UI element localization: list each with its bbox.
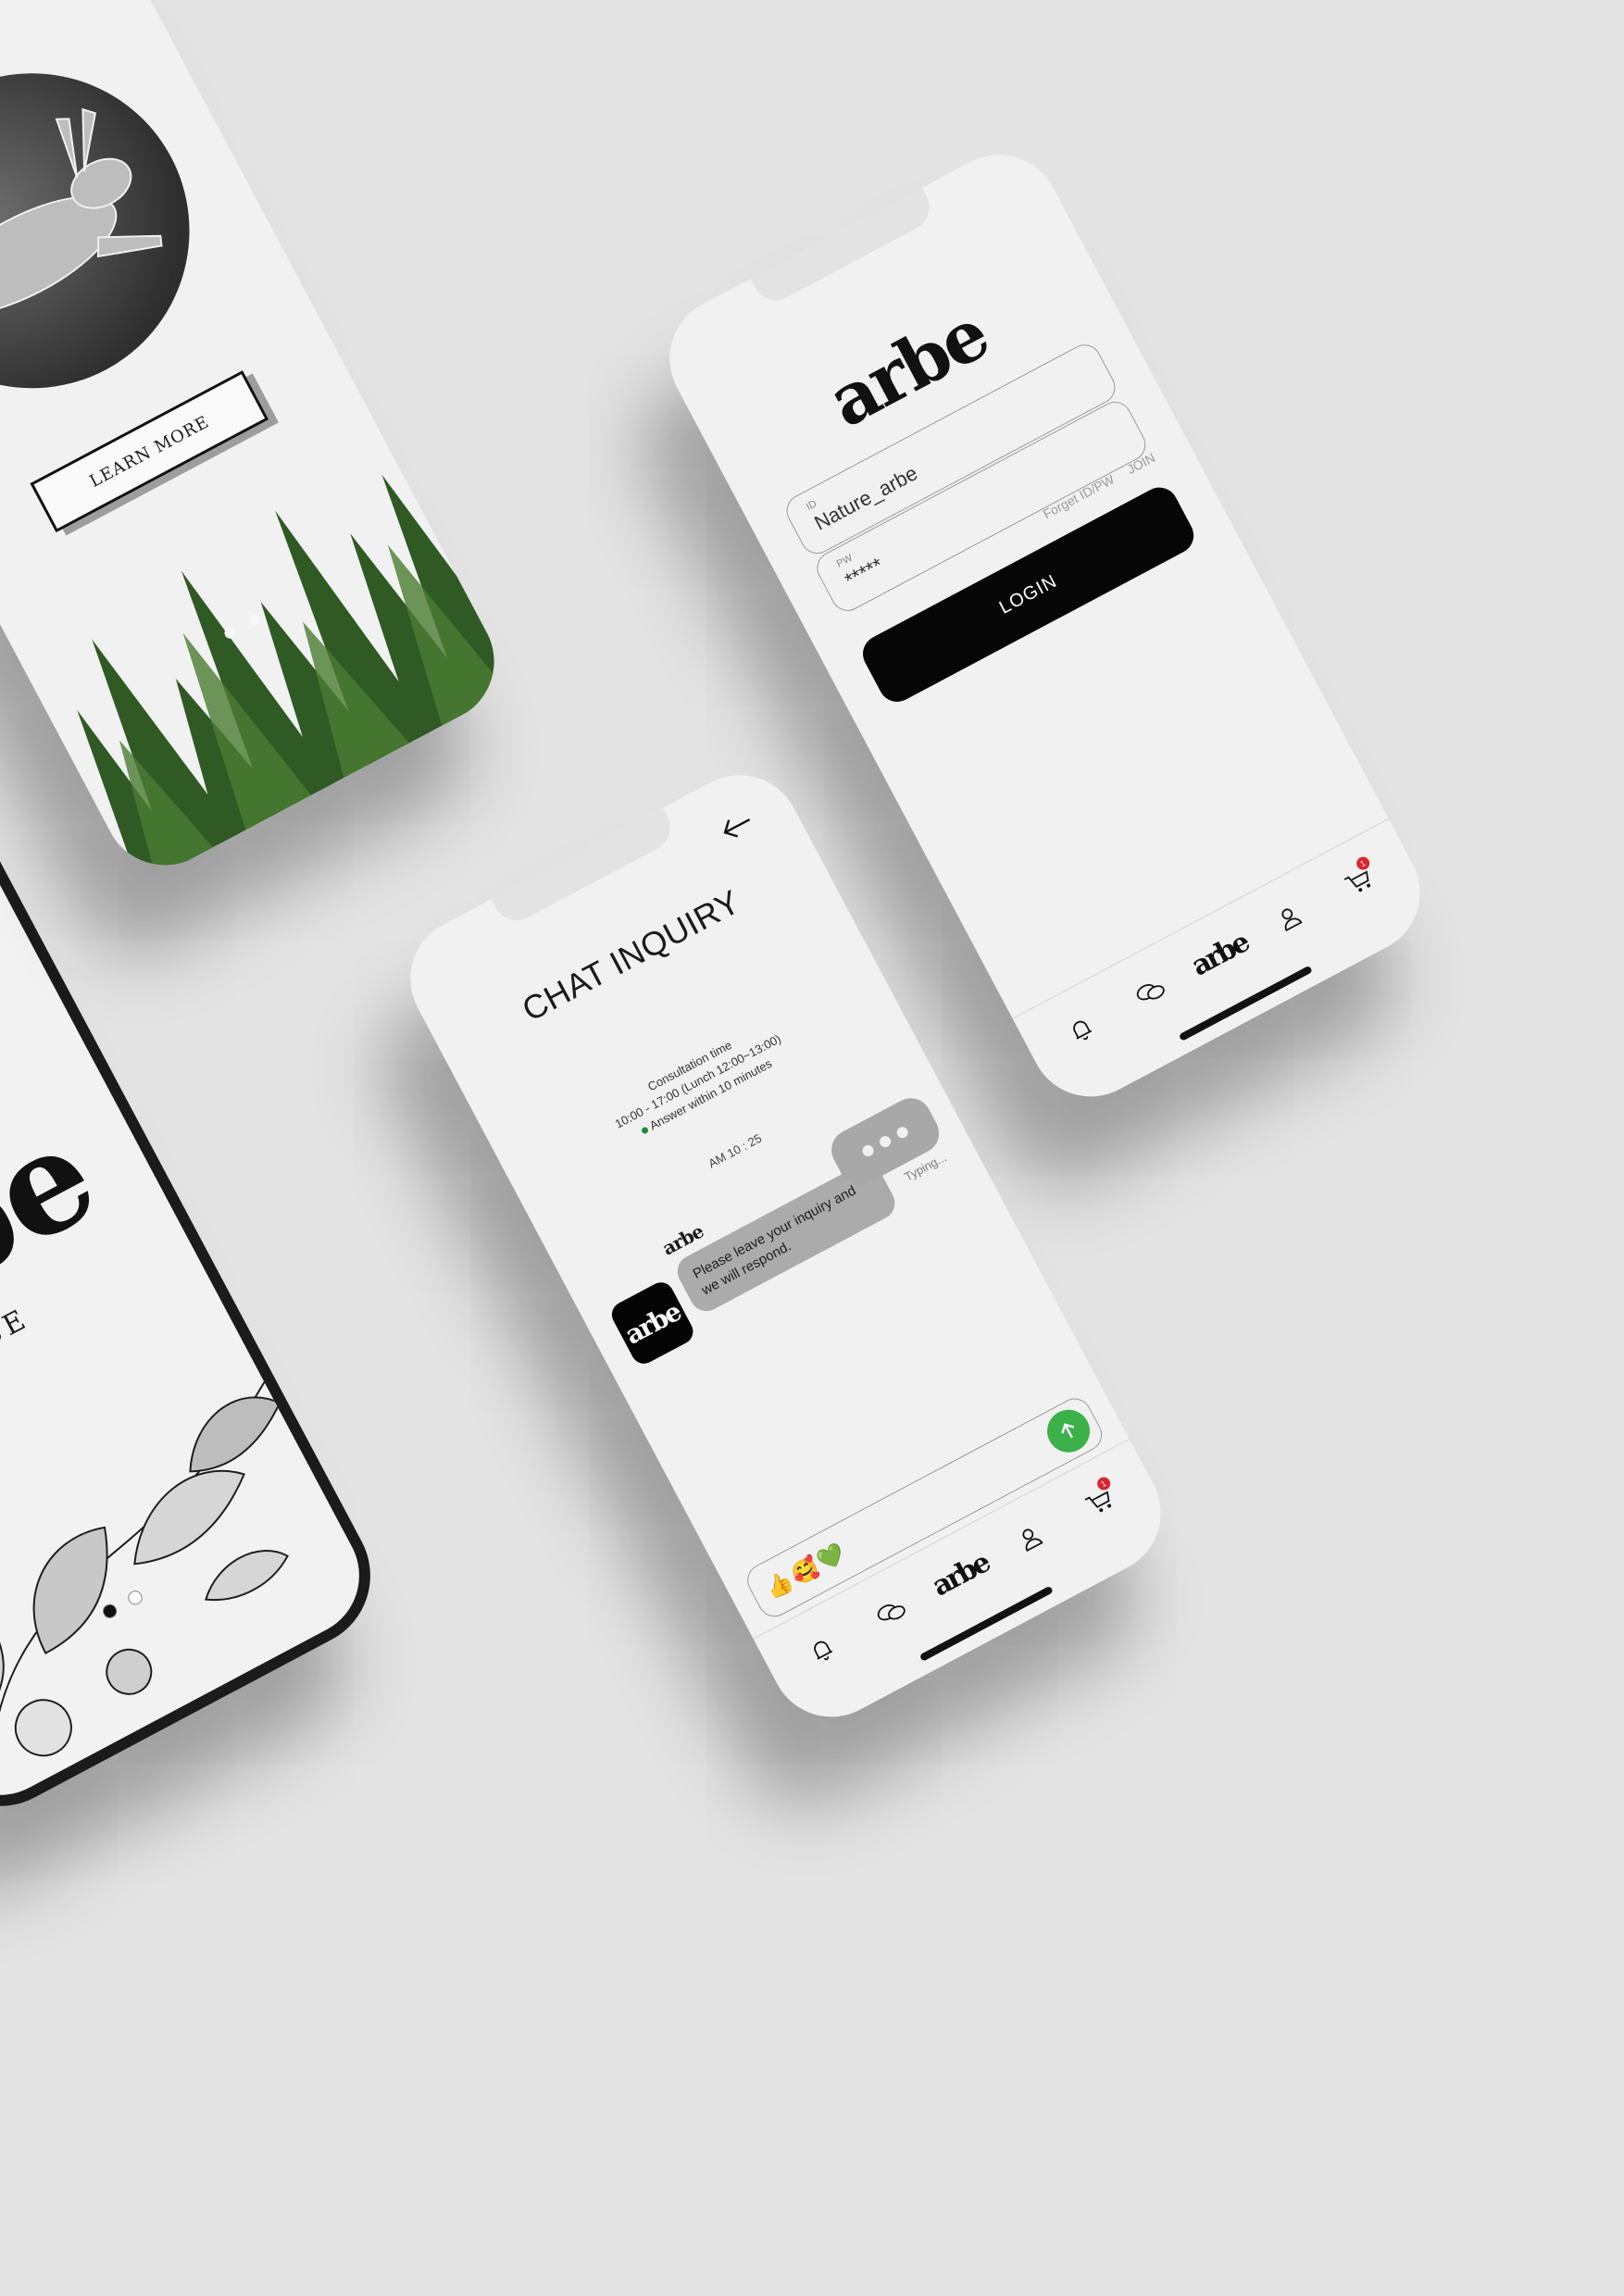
send-button[interactable]: [1039, 1402, 1098, 1460]
person-icon: [1021, 1529, 1043, 1552]
chat-bubbles-icon: [877, 1603, 906, 1620]
botanical-illustration-bottom: [0, 1378, 289, 1788]
mockup-scene: arbe ARBE ARBE arbe: [0, 0, 1624, 2296]
tab-chat[interactable]: [1118, 959, 1182, 1024]
hare-phone: ARBE arbe LEARN MORE: [0, 0, 516, 887]
tab-home[interactable]: arbe: [927, 1542, 994, 1607]
bell-icon: [1073, 1020, 1093, 1040]
tab-cart[interactable]: 1: [1067, 1468, 1131, 1533]
hare-icon: [0, 107, 163, 316]
bell-icon: [814, 1641, 833, 1660]
tab-home[interactable]: arbe: [1186, 922, 1254, 987]
tab-account[interactable]: [997, 1505, 1062, 1570]
typing-indicator: [824, 1091, 946, 1192]
splash-phone: arbe ARBE: [0, 755, 396, 1832]
person-icon: [1280, 908, 1303, 931]
avatar: arbe: [606, 1278, 698, 1368]
notch: [750, 187, 938, 309]
tab-notifications[interactable]: [1048, 996, 1113, 1061]
hare-illustration: [0, 18, 245, 444]
arbe-logo-icon: arbe: [927, 1546, 994, 1603]
arbe-logo-icon: arbe: [1186, 926, 1254, 983]
online-status-dot: [640, 1126, 650, 1135]
tab-chat[interactable]: [858, 1579, 923, 1644]
tab-bar: arbe 1: [1012, 817, 1427, 1091]
chat-bubbles-icon: [1136, 983, 1165, 1000]
back-arrow-icon[interactable]: [714, 805, 759, 847]
notch: [491, 807, 679, 930]
tab-cart[interactable]: 1: [1326, 848, 1391, 913]
tab-notifications[interactable]: [789, 1616, 854, 1681]
arrow-up-icon: [1061, 1423, 1075, 1439]
tab-account[interactable]: [1256, 885, 1321, 950]
